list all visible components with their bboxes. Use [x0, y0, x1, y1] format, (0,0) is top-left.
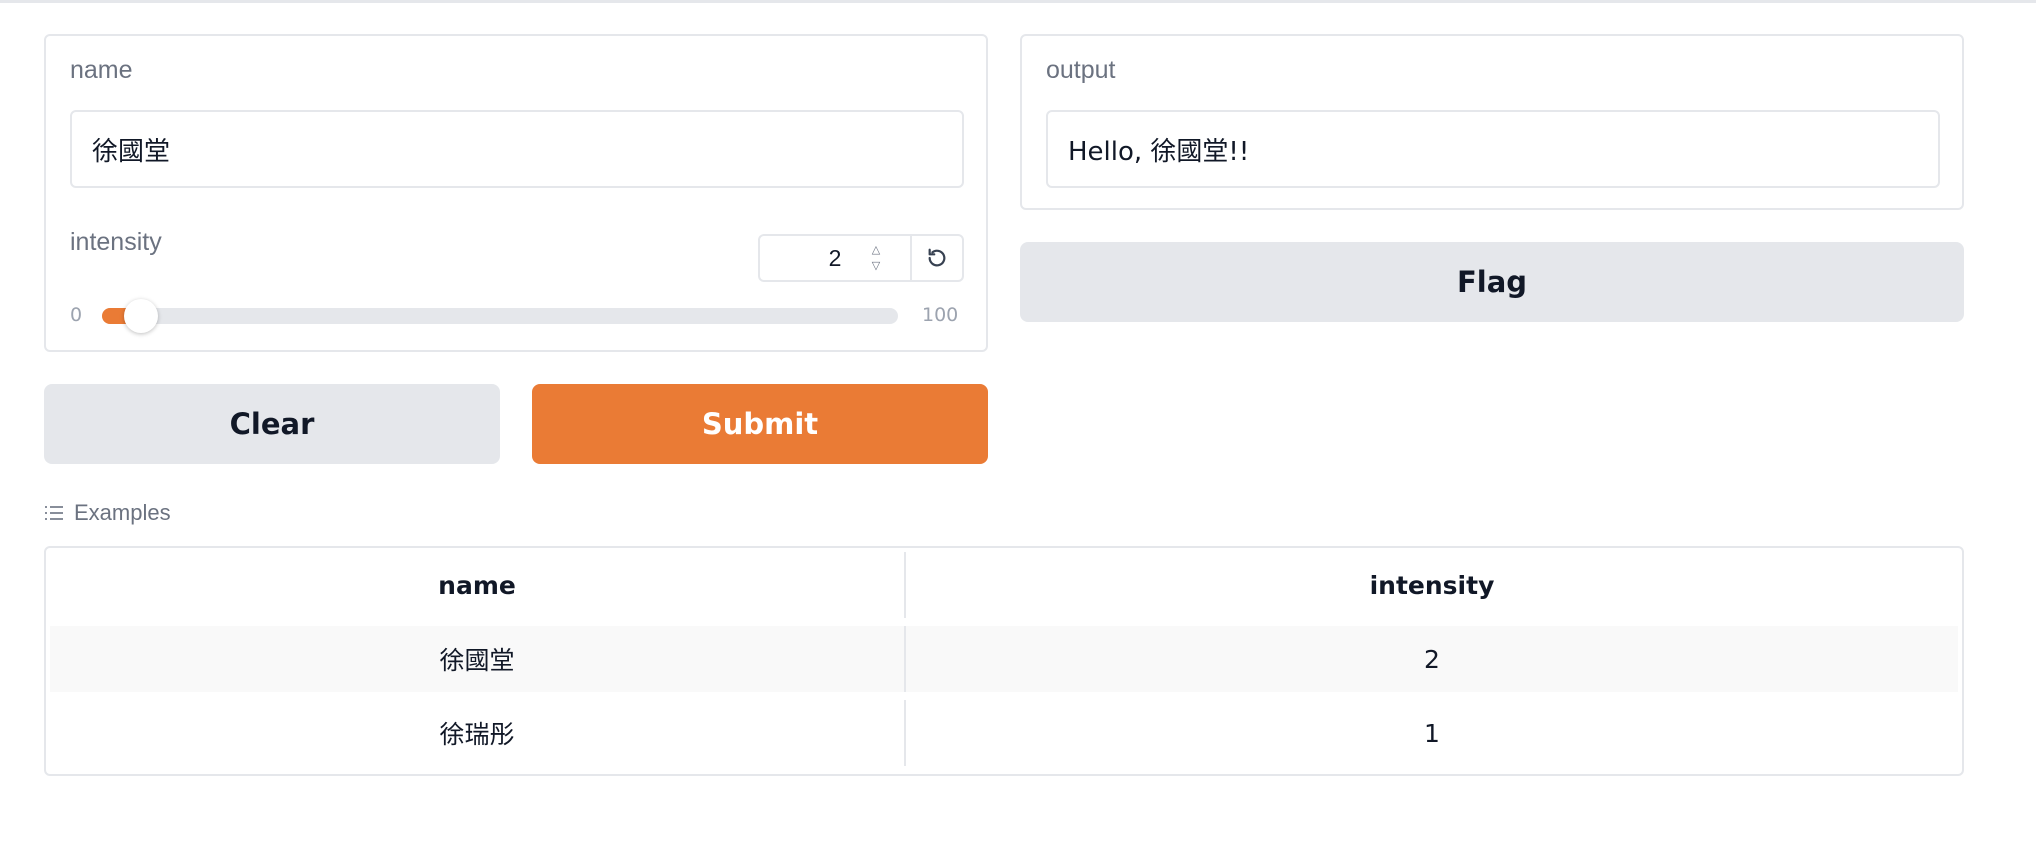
output-panel: output Hello, 徐國堂!! — [1020, 34, 1964, 210]
list-icon — [45, 506, 63, 520]
input-panel: name intensity △ ▽ 0 100 — [44, 34, 988, 352]
name-input[interactable] — [70, 110, 964, 188]
examples-table: name intensity 徐國堂 2 徐瑞彤 1 — [44, 546, 1964, 776]
reset-button[interactable] — [910, 236, 962, 280]
table-cell-intensity[interactable]: 2 — [906, 626, 1958, 692]
column-header-intensity: intensity — [1369, 570, 1495, 600]
intensity-label: intensity — [70, 228, 162, 256]
table-row[interactable]: 徐國堂 2 — [50, 626, 1958, 692]
reset-icon — [928, 248, 946, 267]
intensity-number-group: △ ▽ — [758, 234, 964, 282]
chevron-up-icon[interactable]: △ — [872, 244, 880, 256]
chevron-down-icon[interactable]: ▽ — [872, 260, 880, 272]
examples-label: Examples — [74, 500, 171, 525]
examples-header: Examples — [44, 500, 171, 526]
intensity-slider[interactable] — [102, 299, 898, 333]
slider-thumb[interactable] — [123, 299, 158, 333]
intensity-number-input[interactable] — [760, 236, 910, 280]
submit-button[interactable]: Submit — [532, 384, 988, 464]
column-header-name: name — [50, 552, 906, 618]
table-cell-name[interactable]: 徐國堂 — [50, 626, 906, 692]
slider-max-label: 100 — [922, 304, 959, 326]
table-row[interactable]: 徐瑞彤 1 — [50, 700, 1958, 766]
intensity-stepper[interactable]: △ ▽ — [868, 244, 884, 272]
name-label: name — [70, 56, 133, 84]
table-cell-name[interactable]: 徐瑞彤 — [50, 700, 906, 766]
output-textbox[interactable]: Hello, 徐國堂!! — [1046, 110, 1940, 188]
output-label: output — [1046, 56, 1116, 84]
clear-button[interactable]: Clear — [44, 384, 500, 464]
top-divider — [0, 0, 2036, 3]
table-header-row: name intensity — [50, 552, 1958, 618]
table-cell-intensity[interactable]: 1 — [906, 700, 1958, 766]
slider-min-label: 0 — [70, 304, 83, 326]
flag-button[interactable]: Flag — [1020, 242, 1964, 322]
